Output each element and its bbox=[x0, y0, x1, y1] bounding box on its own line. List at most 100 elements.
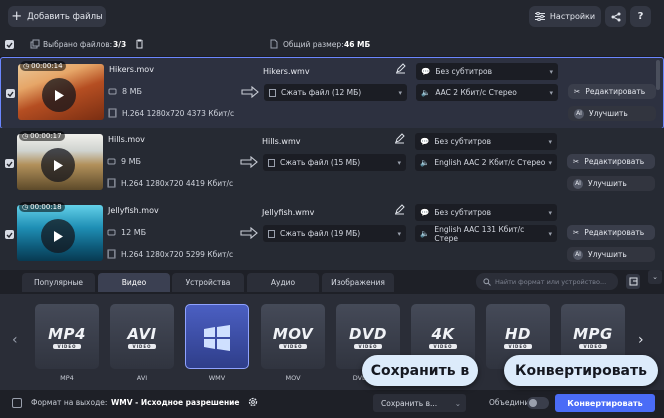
audio-dropdown[interactable]: 🔈 English AAC 2 Кбит/с Стерео ▾ bbox=[415, 154, 557, 171]
convert-arrow-icon bbox=[241, 86, 259, 98]
format-logo-text: DVD bbox=[348, 324, 387, 343]
duration-text: 00:00:17 bbox=[30, 132, 62, 140]
file-checkbox[interactable] bbox=[5, 230, 14, 239]
format-logo-text: AVI bbox=[127, 324, 157, 343]
file-list-scrollbar[interactable] bbox=[656, 60, 660, 90]
source-filename: Hikers.mov bbox=[109, 65, 154, 74]
subtitles-dropdown[interactable]: 💬 Без субтитров ▾ bbox=[415, 204, 557, 221]
output-filename[interactable]: Jellyfish.wmv bbox=[262, 208, 314, 217]
format-logo-sub: VIDEO bbox=[128, 343, 156, 349]
selection-bar: Выбрано файлов: 3/3 Общий размер: 46 МБ bbox=[0, 34, 664, 56]
file-row[interactable]: ◷ 00:00:14 Hikers.mov 8 МБ H.264 1280x72… bbox=[0, 57, 664, 129]
tab-video[interactable]: Видео bbox=[98, 273, 170, 292]
share-icon bbox=[611, 12, 621, 22]
bottom-bar: Формат на выходе: WMV - Исходное разреше… bbox=[0, 390, 664, 418]
format-tile[interactable] bbox=[185, 304, 249, 369]
convert-callout-label: Конвертировать bbox=[515, 362, 647, 379]
settings-button[interactable]: Настройки bbox=[529, 6, 601, 27]
pencil-icon[interactable] bbox=[394, 204, 405, 215]
format-tabs: Популярные Видео Устройства Аудио Изобра… bbox=[0, 270, 664, 294]
enhance-label: Улучшить bbox=[589, 109, 628, 118]
edit-button[interactable]: ✂ Редактировать bbox=[567, 225, 655, 240]
tab-popular[interactable]: Популярные bbox=[22, 273, 95, 292]
clock-icon: ◷ bbox=[23, 62, 30, 70]
pencil-icon[interactable] bbox=[395, 63, 406, 74]
audio-dropdown[interactable]: 🔈 English AAC 131 Кбит/с Стере ▾ bbox=[415, 224, 557, 243]
play-button[interactable] bbox=[41, 219, 75, 253]
source-filesize: 9 МБ bbox=[121, 157, 142, 166]
prev-arrow-icon[interactable]: ‹ bbox=[12, 332, 18, 348]
format-logo-text: MPG bbox=[573, 324, 613, 343]
enhance-button[interactable]: AI Улучшить bbox=[568, 106, 656, 121]
files-stack-icon bbox=[30, 39, 40, 49]
enhance-button[interactable]: AI Улучшить bbox=[567, 176, 655, 191]
file-row[interactable]: ◷ 00:00:18 Jellyfish.mov 12 МБ H.264 128… bbox=[0, 199, 664, 271]
convert-button[interactable]: Конвертировать bbox=[555, 394, 655, 412]
chevron-down-icon: ▾ bbox=[397, 158, 401, 167]
merge-toggle[interactable] bbox=[527, 397, 549, 409]
export-icon bbox=[629, 277, 638, 286]
top-toolbar: + Добавить файлы Настройки ? bbox=[0, 0, 664, 34]
save-to-dropdown[interactable]: Сохранить в... ⌄ bbox=[373, 394, 466, 412]
add-files-button[interactable]: + Добавить файлы bbox=[8, 6, 106, 27]
format-settings-button[interactable] bbox=[626, 274, 640, 289]
play-button[interactable] bbox=[42, 78, 76, 112]
enhance-button[interactable]: AI Улучшить bbox=[567, 247, 655, 262]
source-codec-info: H.264 1280x720 4373 Кбит/с bbox=[122, 109, 235, 118]
source-codec-info: H.264 1280x720 5299 Кбит/с bbox=[121, 250, 234, 259]
edit-button[interactable]: ✂ Редактировать bbox=[568, 84, 656, 99]
convert-label: Конвертировать bbox=[567, 398, 643, 408]
format-search-box[interactable]: Найти формат или устройство... bbox=[476, 273, 618, 290]
search-icon bbox=[483, 277, 491, 286]
subtitles-dropdown[interactable]: 💬 Без субтитров ▾ bbox=[415, 133, 557, 150]
format-tile[interactable]: AVI VIDEO bbox=[110, 304, 174, 369]
film-icon bbox=[108, 108, 117, 118]
compress-label: Сжать файл (15 МБ) bbox=[280, 158, 361, 167]
selected-files-count: 3/3 bbox=[113, 40, 127, 49]
tab-devices[interactable]: Устройства bbox=[172, 273, 244, 292]
tab-images[interactable]: Изображения bbox=[322, 273, 394, 292]
help-button[interactable]: ? bbox=[630, 6, 651, 27]
chevron-down-icon: ▾ bbox=[548, 208, 552, 217]
file-row[interactable]: ◷ 00:00:17 Hills.mov 9 МБ H.264 1280x720… bbox=[0, 128, 664, 200]
file-checkbox[interactable] bbox=[6, 89, 15, 98]
subtitles-dropdown[interactable]: 💬 Без субтитров ▾ bbox=[416, 63, 558, 80]
audio-label: English AAC 131 Кбит/с Стере bbox=[434, 224, 525, 243]
file-checkbox[interactable] bbox=[5, 159, 14, 168]
subtitles-icon: 💬 bbox=[420, 137, 430, 146]
windows-logo-icon bbox=[204, 324, 230, 351]
output-format-icon bbox=[12, 398, 22, 408]
format-tile[interactable]: MOV VIDEO bbox=[261, 304, 325, 369]
trash-icon[interactable] bbox=[135, 39, 144, 49]
format-tile[interactable]: MP4 VIDEO bbox=[35, 304, 99, 369]
output-format-value[interactable]: WMV - Исходное разрешение bbox=[111, 398, 240, 407]
next-arrow-icon[interactable]: › bbox=[638, 332, 644, 348]
format-search-input[interactable]: Найти формат или устройство... bbox=[495, 278, 606, 286]
edit-button[interactable]: ✂ Редактировать bbox=[567, 154, 655, 169]
pencil-icon[interactable] bbox=[394, 133, 405, 144]
tab-audio[interactable]: Аудио bbox=[247, 273, 319, 292]
gear-icon[interactable] bbox=[247, 396, 259, 408]
format-label: WMV bbox=[208, 374, 226, 382]
compress-dropdown[interactable]: Сжать файл (12 МБ) ▾ bbox=[264, 84, 407, 101]
tab-label: Аудио bbox=[270, 278, 296, 287]
total-size-label: Общий размер: bbox=[283, 40, 344, 49]
play-button[interactable] bbox=[41, 148, 75, 182]
audio-dropdown[interactable]: 🔈 AAC 2 Кбит/с Стерео ▾ bbox=[416, 84, 558, 101]
output-filename[interactable]: Hikers.wmv bbox=[263, 67, 310, 76]
output-format-label: Формат на выходе: bbox=[31, 398, 108, 407]
source-filesize: 12 МБ bbox=[121, 228, 147, 237]
output-filename[interactable]: Hills.wmv bbox=[262, 137, 300, 146]
edit-label: Редактировать bbox=[584, 228, 645, 237]
duration-text: 00:00:14 bbox=[31, 62, 63, 70]
select-all-checkbox[interactable] bbox=[5, 40, 14, 49]
tab-label: Видео bbox=[121, 278, 147, 287]
edit-label: Редактировать bbox=[585, 87, 646, 96]
speaker-icon: 🔈 bbox=[420, 229, 430, 238]
compress-dropdown[interactable]: Сжать файл (19 МБ) ▾ bbox=[263, 225, 406, 242]
share-button[interactable] bbox=[605, 6, 626, 27]
compress-dropdown[interactable]: Сжать файл (15 МБ) ▾ bbox=[263, 154, 406, 171]
chevron-down-icon: ▾ bbox=[398, 88, 402, 97]
collapse-chevron-icon[interactable]: ⌄ bbox=[648, 270, 662, 284]
film-icon bbox=[107, 178, 116, 188]
